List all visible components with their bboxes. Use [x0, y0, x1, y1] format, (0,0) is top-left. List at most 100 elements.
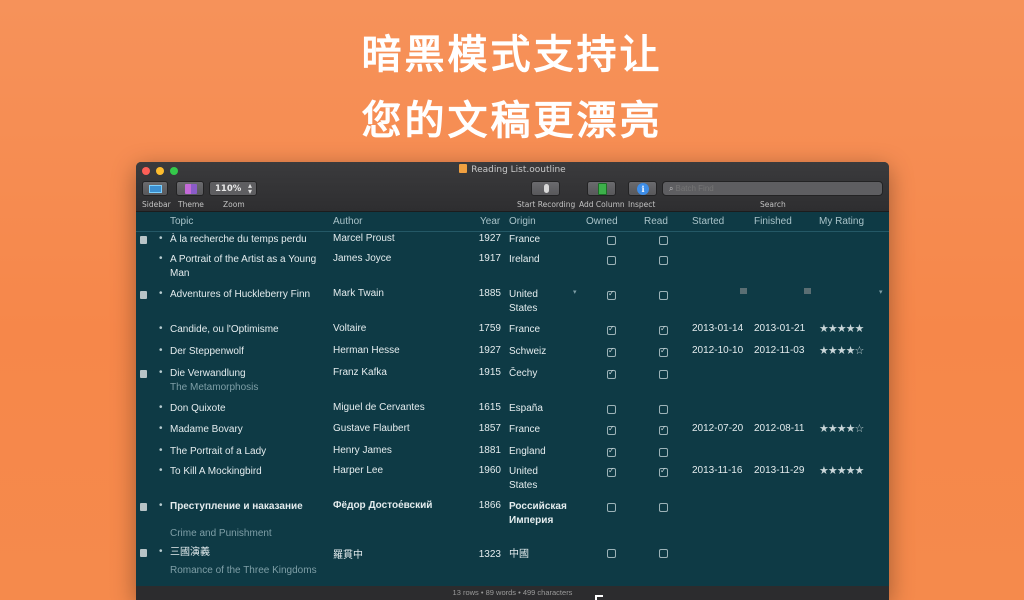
row-handle[interactable]: • [159, 323, 163, 334]
column-header-origin[interactable]: Origin [509, 216, 536, 227]
note-icon[interactable] [140, 370, 147, 378]
search-field[interactable]: ⌕ [662, 181, 883, 196]
owned-checkbox[interactable] [607, 368, 616, 379]
rating-stars[interactable]: ★★★★★ [819, 322, 864, 335]
year-cell[interactable]: 1927 [466, 345, 501, 356]
read-checkbox[interactable] [659, 448, 668, 457]
column-header-read[interactable]: Read [644, 216, 668, 227]
origin-cell[interactable]: France [509, 233, 569, 247]
owned-checkbox[interactable] [607, 446, 616, 457]
year-cell[interactable]: 1881 [466, 445, 501, 456]
topic-cell[interactable]: Adventures of Huckleberry Finn [170, 288, 325, 302]
finished-cell[interactable]: 2013-11-29 [754, 465, 804, 476]
origin-cell[interactable]: España [509, 402, 569, 416]
finished-cell[interactable]: 2012-08-11 [754, 423, 804, 434]
author-cell[interactable]: Marcel Proust [333, 233, 395, 244]
owned-checkbox[interactable] [607, 466, 616, 477]
note-icon[interactable] [140, 236, 147, 244]
column-header-rating[interactable]: My Rating [819, 216, 864, 227]
author-cell[interactable]: Henry James [333, 445, 392, 456]
origin-cell[interactable]: England [509, 445, 569, 459]
origin-cell[interactable]: France [509, 423, 569, 437]
author-cell[interactable]: Mark Twain [333, 288, 384, 299]
topic-cell[interactable]: Don Quixote [170, 402, 325, 416]
topic-cell[interactable]: 三國演義 Romance of the Three Kingdoms [170, 546, 325, 578]
author-cell[interactable]: Harper Lee [333, 465, 383, 476]
row-handle[interactable]: • [159, 345, 163, 356]
year-cell[interactable]: 1866 [466, 500, 501, 511]
row-handle[interactable]: • [159, 253, 163, 264]
topic-cell[interactable]: The Portrait of a Lady [170, 445, 325, 459]
note-icon[interactable] [140, 549, 147, 557]
topic-cell[interactable]: Madame Bovary [170, 423, 325, 437]
row-handle[interactable]: • [159, 500, 163, 511]
row-handle[interactable]: • [159, 465, 163, 476]
author-cell[interactable]: Franz Kafka [333, 367, 387, 378]
column-header-topic[interactable]: Topic [170, 216, 193, 227]
author-cell[interactable]: Voltaire [333, 323, 366, 334]
started-cell[interactable]: 2012-07-20 [692, 423, 743, 434]
origin-cell[interactable]: France [509, 323, 569, 337]
started-cell[interactable]: 2012-10-10 [692, 345, 743, 356]
read-checkbox[interactable] [659, 424, 668, 435]
read-checkbox[interactable] [659, 370, 668, 379]
start-recording-button[interactable] [531, 181, 560, 196]
origin-cell[interactable]: United States [509, 465, 569, 493]
column-header-year[interactable]: Year [480, 216, 500, 227]
topic-cell[interactable]: Candide, ou l'Optimisme [170, 323, 325, 337]
chevron-down-icon[interactable]: ▾ [573, 288, 577, 296]
owned-checkbox[interactable] [607, 236, 616, 245]
rating-stars[interactable]: ★★★★☆ [819, 422, 864, 435]
topic-cell[interactable]: A Portrait of the Artist as a Young Man [170, 253, 325, 281]
owned-checkbox[interactable] [607, 549, 616, 558]
row-handle[interactable]: • [159, 288, 163, 299]
read-checkbox[interactable] [659, 405, 668, 414]
finished-cell[interactable]: 2012-11-03 [754, 345, 804, 356]
read-checkbox[interactable] [659, 324, 668, 335]
origin-cell[interactable]: Čechy [509, 367, 569, 381]
zoom-select[interactable]: 110% ▴ ▾ [209, 181, 257, 196]
author-cell[interactable]: Herman Hesse [333, 345, 400, 356]
row-handle[interactable]: • [159, 233, 163, 244]
row-handle[interactable]: • [159, 445, 163, 456]
author-cell[interactable]: Gustave Flaubert [333, 423, 410, 434]
owned-checkbox[interactable] [607, 324, 616, 335]
topic-cell[interactable]: To Kill A Mockingbird [170, 465, 325, 479]
row-handle[interactable]: • [159, 546, 163, 557]
column-header-author[interactable]: Author [333, 216, 362, 227]
calendar-icon[interactable] [804, 288, 811, 294]
year-cell[interactable]: 1960 [466, 465, 501, 476]
year-cell[interactable]: 1857 [466, 423, 501, 434]
origin-cell[interactable]: 中國 [509, 548, 569, 562]
inspect-button[interactable]: i [628, 181, 657, 196]
read-checkbox[interactable] [659, 291, 668, 300]
origin-cell[interactable]: Schweiz [509, 345, 569, 359]
year-cell[interactable]: 1915 [466, 367, 501, 378]
sidebar-button[interactable] [142, 181, 168, 196]
origin-cell[interactable]: Ireland [509, 253, 569, 267]
author-cell[interactable]: James Joyce [333, 253, 391, 264]
theme-button[interactable] [176, 181, 204, 196]
topic-cell[interactable]: Преступление и наказание Crime and Punis… [170, 500, 325, 541]
owned-checkbox[interactable] [607, 346, 616, 357]
year-cell[interactable]: 1885 [466, 288, 501, 299]
chevron-down-icon[interactable]: ▾ [879, 288, 883, 296]
author-cell[interactable]: Фёдор Достое́вский [333, 500, 432, 511]
note-icon[interactable] [140, 503, 147, 511]
origin-cell[interactable]: United States [509, 288, 569, 316]
year-cell[interactable]: 1759 [466, 323, 501, 334]
topic-cell[interactable]: Der Steppenwolf [170, 345, 325, 359]
started-cell[interactable]: 2013-11-16 [692, 465, 742, 476]
row-handle[interactable]: • [159, 423, 163, 434]
topic-cell[interactable]: Die Verwandlung The Metamorphosis [170, 367, 325, 395]
read-checkbox[interactable] [659, 549, 668, 558]
rating-stars[interactable]: ★★★★☆ [819, 344, 864, 357]
read-checkbox[interactable] [659, 466, 668, 477]
read-checkbox[interactable] [659, 346, 668, 357]
author-cell[interactable]: 羅貫中 [333, 546, 363, 561]
started-cell[interactable]: 2013-01-14 [692, 323, 743, 334]
owned-checkbox[interactable] [607, 503, 616, 512]
note-icon[interactable] [140, 291, 147, 299]
origin-cell[interactable]: Российская Империя [509, 500, 569, 528]
calendar-icon[interactable] [740, 288, 747, 294]
